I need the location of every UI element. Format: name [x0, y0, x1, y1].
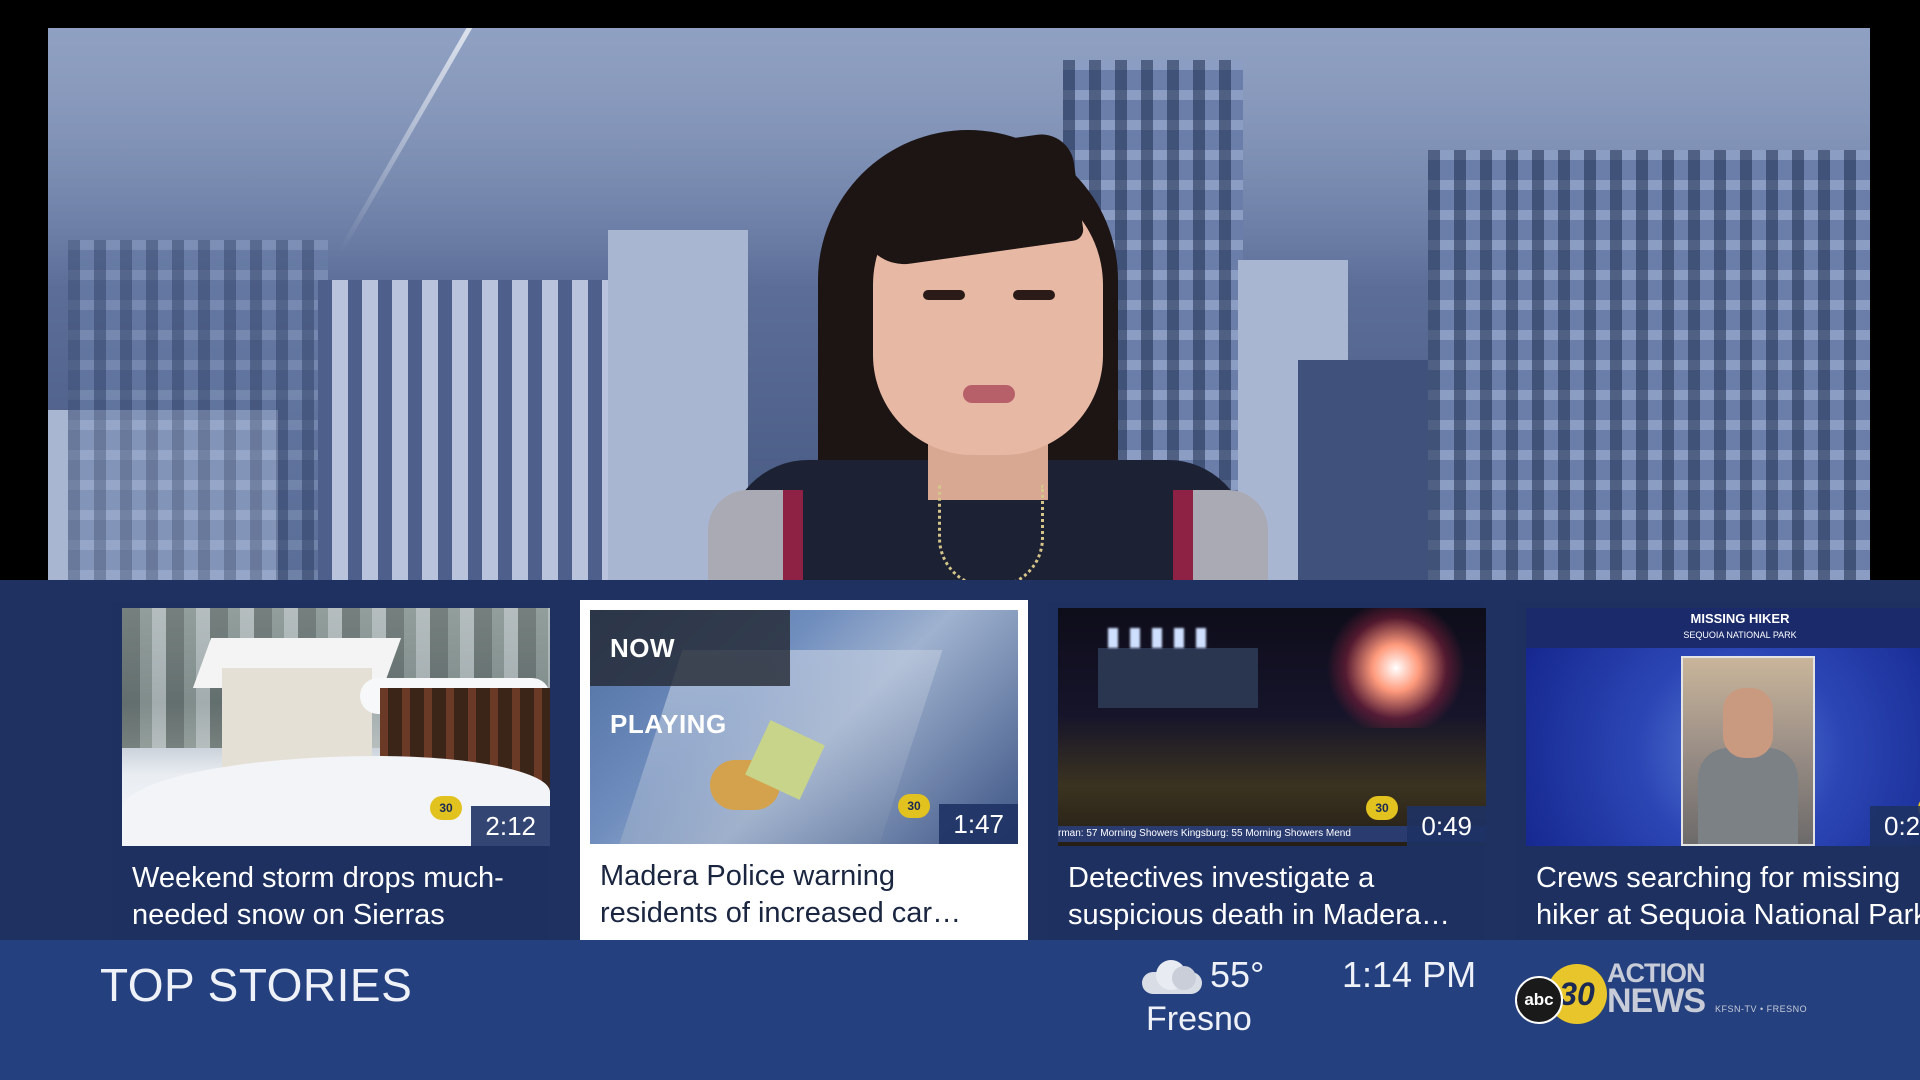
logo-callsign: KFSN-TV • FRESNO	[1715, 1004, 1808, 1014]
story-caption: Detectives investigate a suspicious deat…	[1068, 862, 1422, 931]
now-playing-badge: NOW PLAYING	[590, 610, 790, 739]
abc30-bug-icon: 30	[430, 796, 462, 820]
hiker-photo	[1681, 656, 1815, 846]
cloudy-icon	[1142, 958, 1202, 996]
abc30-bug-icon: 30	[1366, 796, 1398, 820]
story-carousel: 30 2:12 Weekend storm drops much-needed …	[0, 580, 1920, 940]
story-duration: 2:12	[471, 806, 550, 846]
story-card[interactable]: 30 2:12 Weekend storm drops much-needed …	[112, 602, 550, 940]
video-building	[1428, 150, 1870, 580]
missing-hiker-banner: MISSING HIKER SEQUOIA NATIONAL PARK	[1526, 608, 1920, 648]
story-caption: Madera Police warning residents of incre…	[600, 860, 933, 929]
story-thumbnail: NOW PLAYING 30 1:47	[590, 610, 1018, 844]
story-duration: 0:2	[1870, 806, 1920, 846]
section-title: TOP STORIES	[100, 959, 413, 1011]
video-building	[68, 240, 328, 580]
banner-title: MISSING HIKER	[1690, 611, 1790, 626]
video-building	[318, 280, 608, 580]
logo-abc: abc	[1515, 976, 1563, 1024]
story-thumbnail: 30 2:12	[122, 608, 550, 846]
story-duration: 0:49	[1407, 806, 1486, 846]
story-card[interactable]: rman: 57 Morning Showers Kingsburg: 55 M…	[1048, 602, 1486, 940]
logo-news: NEWS	[1607, 982, 1706, 1020]
story-thumbnail: MISSING HIKER SEQUOIA NATIONAL PARK 30 0…	[1526, 608, 1920, 846]
clock: 1:14 PM	[1342, 954, 1477, 995]
abc30-bug-icon: 30	[898, 794, 930, 818]
story-caption: Crews searching for missing hiker at Seq…	[1536, 862, 1920, 931]
story-duration: 1:47	[939, 804, 1018, 844]
video-player[interactable]	[48, 28, 1870, 580]
story-card-now-playing[interactable]: NOW PLAYING 30 1:47 Madera Police warnin…	[580, 600, 1028, 940]
bottom-bar: TOP STORIES 55° Fresno 1:14 PM 30 abc AC…	[0, 940, 1920, 1080]
city-name: Fresno	[1146, 1000, 1252, 1038]
abc30-action-news-logo: 30 abc ACTION NEWS KFSN-TV • FRESNO	[1515, 958, 1815, 1028]
story-caption: Weekend storm drops much-needed snow on …	[132, 862, 504, 931]
story-thumbnail: rman: 57 Morning Showers Kingsburg: 55 M…	[1058, 608, 1486, 846]
story-card[interactable]: MISSING HIKER SEQUOIA NATIONAL PARK 30 0…	[1516, 602, 1920, 940]
news-anchor	[688, 90, 1288, 580]
temperature: 55°	[1210, 954, 1265, 995]
banner-subtitle: SEQUOIA NATIONAL PARK	[1683, 630, 1797, 640]
